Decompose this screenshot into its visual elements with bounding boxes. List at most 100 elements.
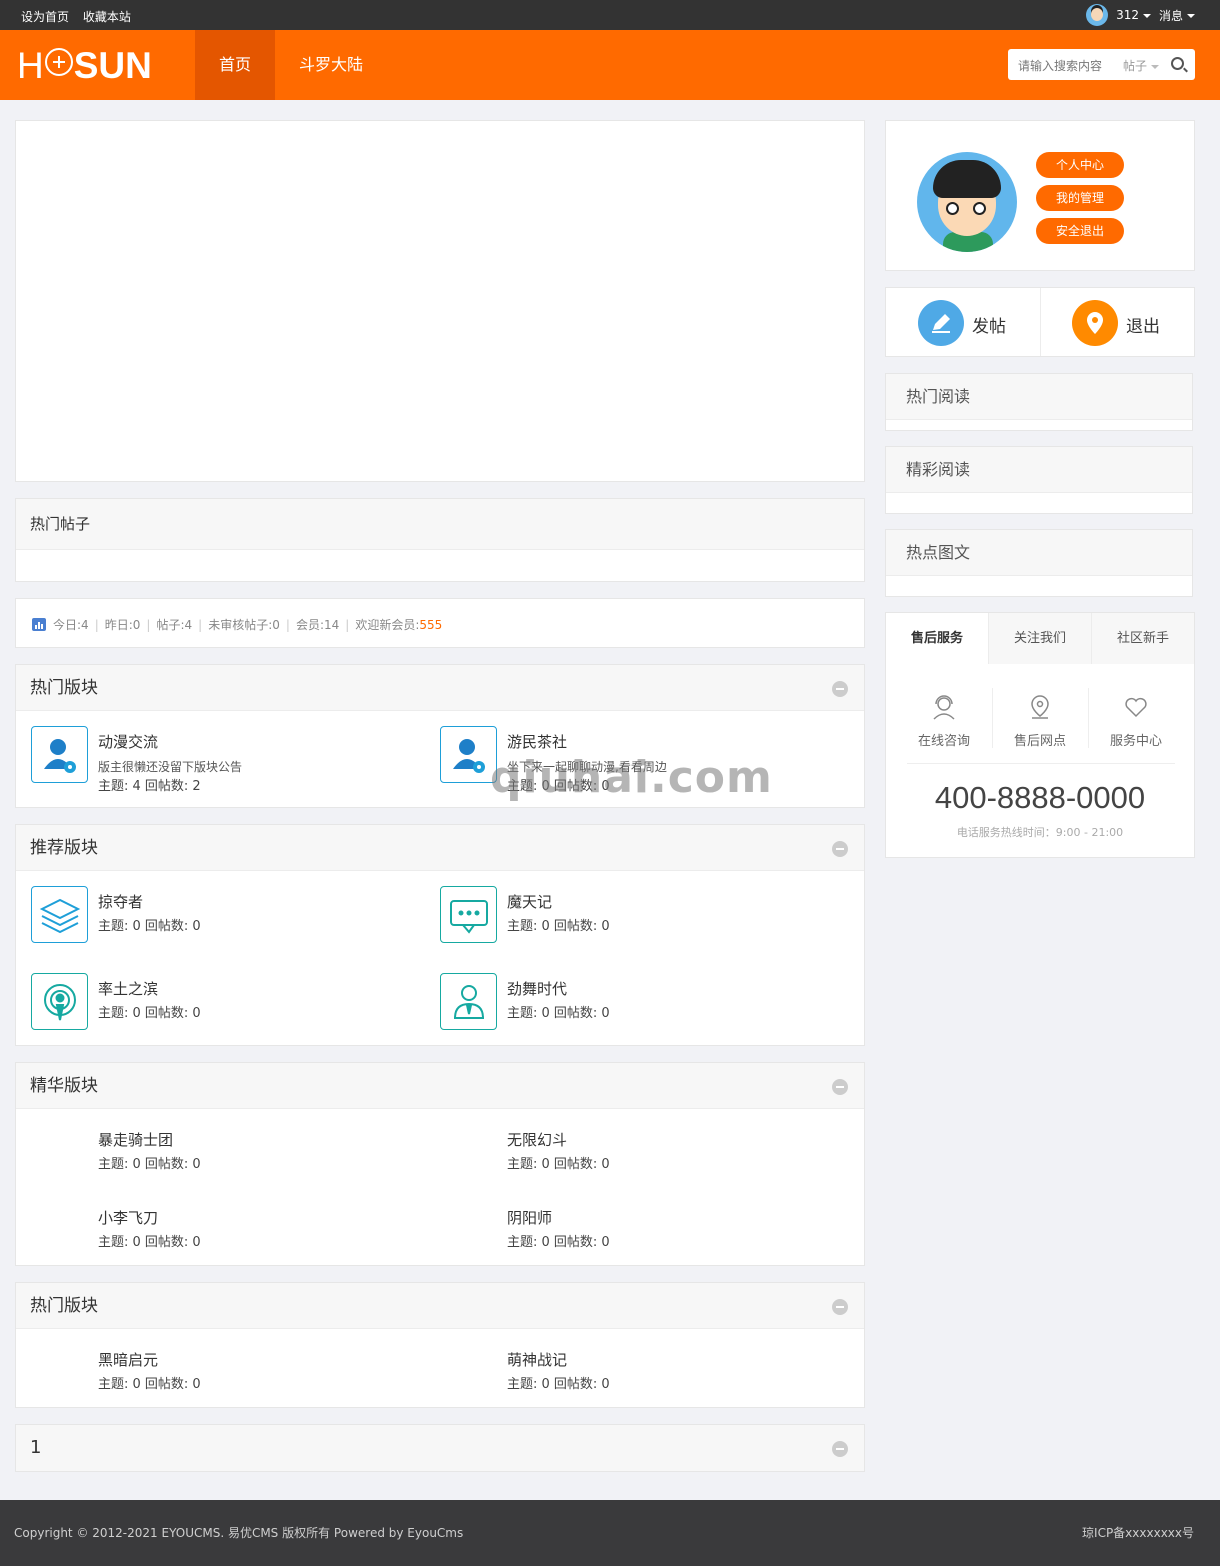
forum-item[interactable]: 劲舞时代 主题: 0 回帖数: 0 (440, 973, 840, 1043)
forum-section: 推荐版块 掠夺者 主题: 0 回帖数: 0 魔天记 主题: 0 回帖数: 0 率… (15, 824, 865, 1046)
forum-name[interactable]: 魔天记 (507, 891, 552, 912)
forum-stats: 主题: 0 回帖数: 0 (507, 1006, 610, 1021)
forum-stats: 主题: 0 回帖数: 0 (507, 1235, 610, 1250)
collapse-icon[interactable] (832, 841, 848, 857)
service-hours: 电话服务热线时间：9:00 - 21:00 (956, 826, 1124, 839)
stat-yesterday: 0 (132, 617, 141, 632)
personal-center-button[interactable]: 个人中心 (1036, 152, 1124, 178)
bookmark-link[interactable]: 收藏本站 (83, 10, 131, 24)
section-title: 1 (16, 1425, 864, 1471)
forum-section: 热门版块 黑暗启元 主题: 0 回帖数: 0 萌神战记 主题: 0 回帖数: 0 (15, 1282, 865, 1408)
user-points-menu[interactable]: 312 (1116, 8, 1151, 22)
forum-name[interactable]: 劲舞时代 (507, 978, 567, 999)
collapse-icon[interactable] (832, 1079, 848, 1095)
forum-item[interactable]: 率土之滨 主题: 0 回帖数: 0 (31, 973, 431, 1043)
hot-pics-title: 热点图文 (886, 530, 1192, 576)
site-logo[interactable]: H SUN (17, 45, 152, 86)
hot-pics-box: 热点图文 (885, 529, 1193, 597)
user-settings-icon (31, 726, 88, 783)
new-post-button[interactable]: 发帖 (972, 312, 1006, 337)
nav-item-douluo[interactable]: 斗罗大陆 (275, 30, 387, 100)
forum-item[interactable]: 萌神战记 主题: 0 回帖数: 0 (440, 1344, 840, 1414)
forum-item[interactable]: 无限幻斗 主题: 0 回帖数: 0 (440, 1124, 840, 1194)
nav-item-home[interactable]: 首页 (195, 30, 276, 100)
stat-pending-label: 未审核帖子: (208, 618, 273, 632)
forum-name[interactable]: 阴阳师 (507, 1207, 552, 1228)
tab-follow-us[interactable]: 关注我们 (988, 613, 1091, 664)
forum-name[interactable]: 小李飞刀 (98, 1207, 158, 1228)
stat-welcome-label: 欢迎新会员: (355, 618, 420, 632)
section-title: 精华版块 (16, 1063, 864, 1109)
hot-posts-title: 热门帖子 (16, 499, 864, 550)
forum-name[interactable]: 掠夺者 (98, 891, 143, 912)
service-label: 在线咨询 (917, 734, 970, 749)
forum-name[interactable]: 无限幻斗 (507, 1129, 567, 1150)
banner-area (15, 120, 865, 482)
forum-item[interactable]: 魔天记 主题: 0 回帖数: 0 (440, 886, 840, 956)
edit-icon[interactable] (918, 300, 964, 346)
forum-item[interactable]: 黑暗启元 主题: 0 回帖数: 0 (31, 1344, 431, 1414)
user-avatar[interactable] (917, 152, 1017, 252)
collapse-icon[interactable] (832, 681, 848, 697)
chat-bubble-icon (440, 886, 497, 943)
forum-name[interactable]: 黑暗启元 (98, 1349, 158, 1370)
bar-chart-icon (32, 618, 46, 631)
logo-text-right: SUN (73, 45, 152, 86)
forum-item[interactable]: 掠夺者 主题: 0 回帖数: 0 (31, 886, 431, 956)
forum-item[interactable]: 暴走骑士团 主题: 0 回帖数: 0 (31, 1124, 431, 1194)
set-homepage-link[interactable]: 设为首页 (21, 10, 69, 24)
hot-read-box: 热门阅读 (885, 373, 1193, 431)
user-avatar-icon[interactable] (1086, 4, 1109, 26)
forum-item[interactable]: 游民茶社 坐下来一起聊聊动漫,看看周边 主题: 0 回帖数: 0 (440, 726, 840, 796)
icp-link[interactable]: 琼ICP备xxxxxxxx号 (1082, 1524, 1194, 1541)
forum-stats: 主题: 0 回帖数: 0 (98, 919, 201, 934)
messages-menu[interactable]: 消息 (1159, 7, 1195, 24)
featured-read-box: 精彩阅读 (885, 446, 1193, 514)
hot-posts-panel: 热门帖子 (15, 498, 865, 582)
forum-name[interactable]: 萌神战记 (507, 1349, 567, 1370)
service-panel: 售后服务 关注我们 社区新手 在线咨询 售后网点 服务中心 400-8888-0… (885, 612, 1195, 858)
service-center[interactable]: 服务中心 (1088, 693, 1184, 749)
service-outlets[interactable]: 售后网点 (992, 693, 1088, 749)
forum-stats: 主题: 0 回帖数: 0 (98, 1157, 201, 1172)
forum-stats: 主题: 0 回帖数: 0 (507, 1377, 610, 1392)
service-online-consult[interactable]: 在线咨询 (896, 693, 992, 749)
location-icon[interactable] (1072, 300, 1118, 346)
logout-button[interactable]: 退出 (1126, 312, 1160, 337)
featured-read-title: 精彩阅读 (886, 447, 1192, 493)
site-footer: Copyright © 2012-2021 EYOUCMS. 易优CMS 版权所… (0, 1500, 1220, 1566)
search-icon[interactable] (1171, 57, 1184, 70)
my-management-button[interactable]: 我的管理 (1036, 185, 1124, 211)
section-title: 热门版块 (16, 665, 864, 711)
collapse-icon[interactable] (832, 1299, 848, 1315)
forum-name[interactable]: 游民茶社 (507, 731, 567, 752)
chevron-down-icon (1142, 13, 1151, 18)
forum-item[interactable]: 动漫交流 版主很懒还没留下版块公告 主题: 4 回帖数: 2 (31, 726, 431, 796)
stat-posts-label: 帖子: (156, 618, 185, 632)
forum-name[interactable]: 率土之滨 (98, 978, 158, 999)
search-box: 请输入搜索内容 帖子 (1008, 49, 1195, 80)
layers-icon (31, 886, 88, 943)
search-type-select[interactable]: 帖子 (1123, 57, 1160, 74)
chevron-down-icon (1151, 64, 1160, 69)
service-phone: 400-8888-0000 (934, 780, 1146, 815)
forum-item[interactable]: 阴阳师 主题: 0 回帖数: 0 (440, 1202, 840, 1272)
forum-stats: 主题: 0 回帖数: 0 (507, 1157, 610, 1172)
forum-item[interactable]: 小李飞刀 主题: 0 回帖数: 0 (31, 1202, 431, 1272)
safe-logout-button[interactable]: 安全退出 (1036, 218, 1124, 244)
newest-member-link[interactable]: 555 (419, 618, 442, 632)
user-settings-icon (440, 726, 497, 783)
tab-newbie[interactable]: 社区新手 (1091, 613, 1194, 664)
search-input[interactable]: 请输入搜索内容 (1018, 57, 1102, 74)
copyright-text: Copyright © 2012-2021 EYOUCMS. 易优CMS 版权所… (14, 1526, 464, 1540)
forum-stats: 主题: 0 回帖数: 0 (98, 1377, 201, 1392)
heart-icon (1122, 693, 1150, 721)
collapse-icon[interactable] (832, 1441, 848, 1457)
tab-after-sales[interactable]: 售后服务 (886, 613, 988, 664)
search-type-label: 帖子 (1123, 59, 1148, 73)
forum-stats: 主题: 0 回帖数: 0 (507, 919, 610, 934)
forum-stats-bar: 今日: 4 | 昨日: 0 | 帖子: 4 | 未审核帖子: 0 | 会员: 14 | 欢迎新会员:… (15, 598, 865, 648)
logo-plus-circle-icon (44, 48, 73, 76)
forum-name[interactable]: 动漫交流 (98, 731, 158, 752)
forum-name[interactable]: 暴走骑士团 (98, 1129, 173, 1150)
